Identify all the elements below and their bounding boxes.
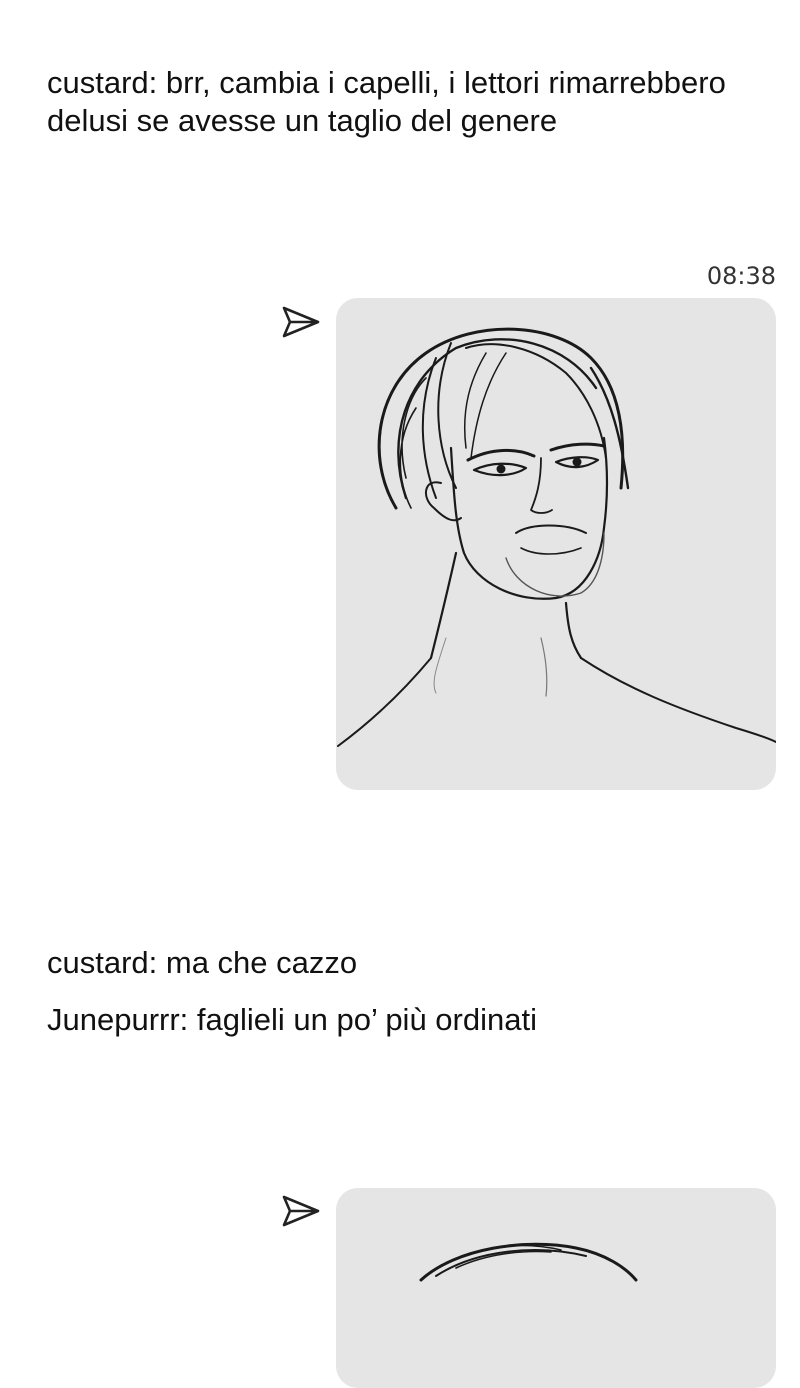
message-timestamp: 08:38 [706,262,776,290]
caption-message: Junepurrr: faglieli un po’ più ordinati [47,1002,537,1037]
image-message-bubble[interactable] [336,1188,776,1388]
sketch-portrait-image [337,327,776,747]
caption-message: custard: ma che cazzo [47,945,358,980]
sketch-portrait-image [419,1242,638,1282]
send-icon[interactable] [281,305,321,339]
image-message-bubble[interactable] [336,298,776,790]
caption-message: custard: brr, cambia i capelli, i lettor… [47,65,735,138]
send-icon[interactable] [281,1194,321,1228]
